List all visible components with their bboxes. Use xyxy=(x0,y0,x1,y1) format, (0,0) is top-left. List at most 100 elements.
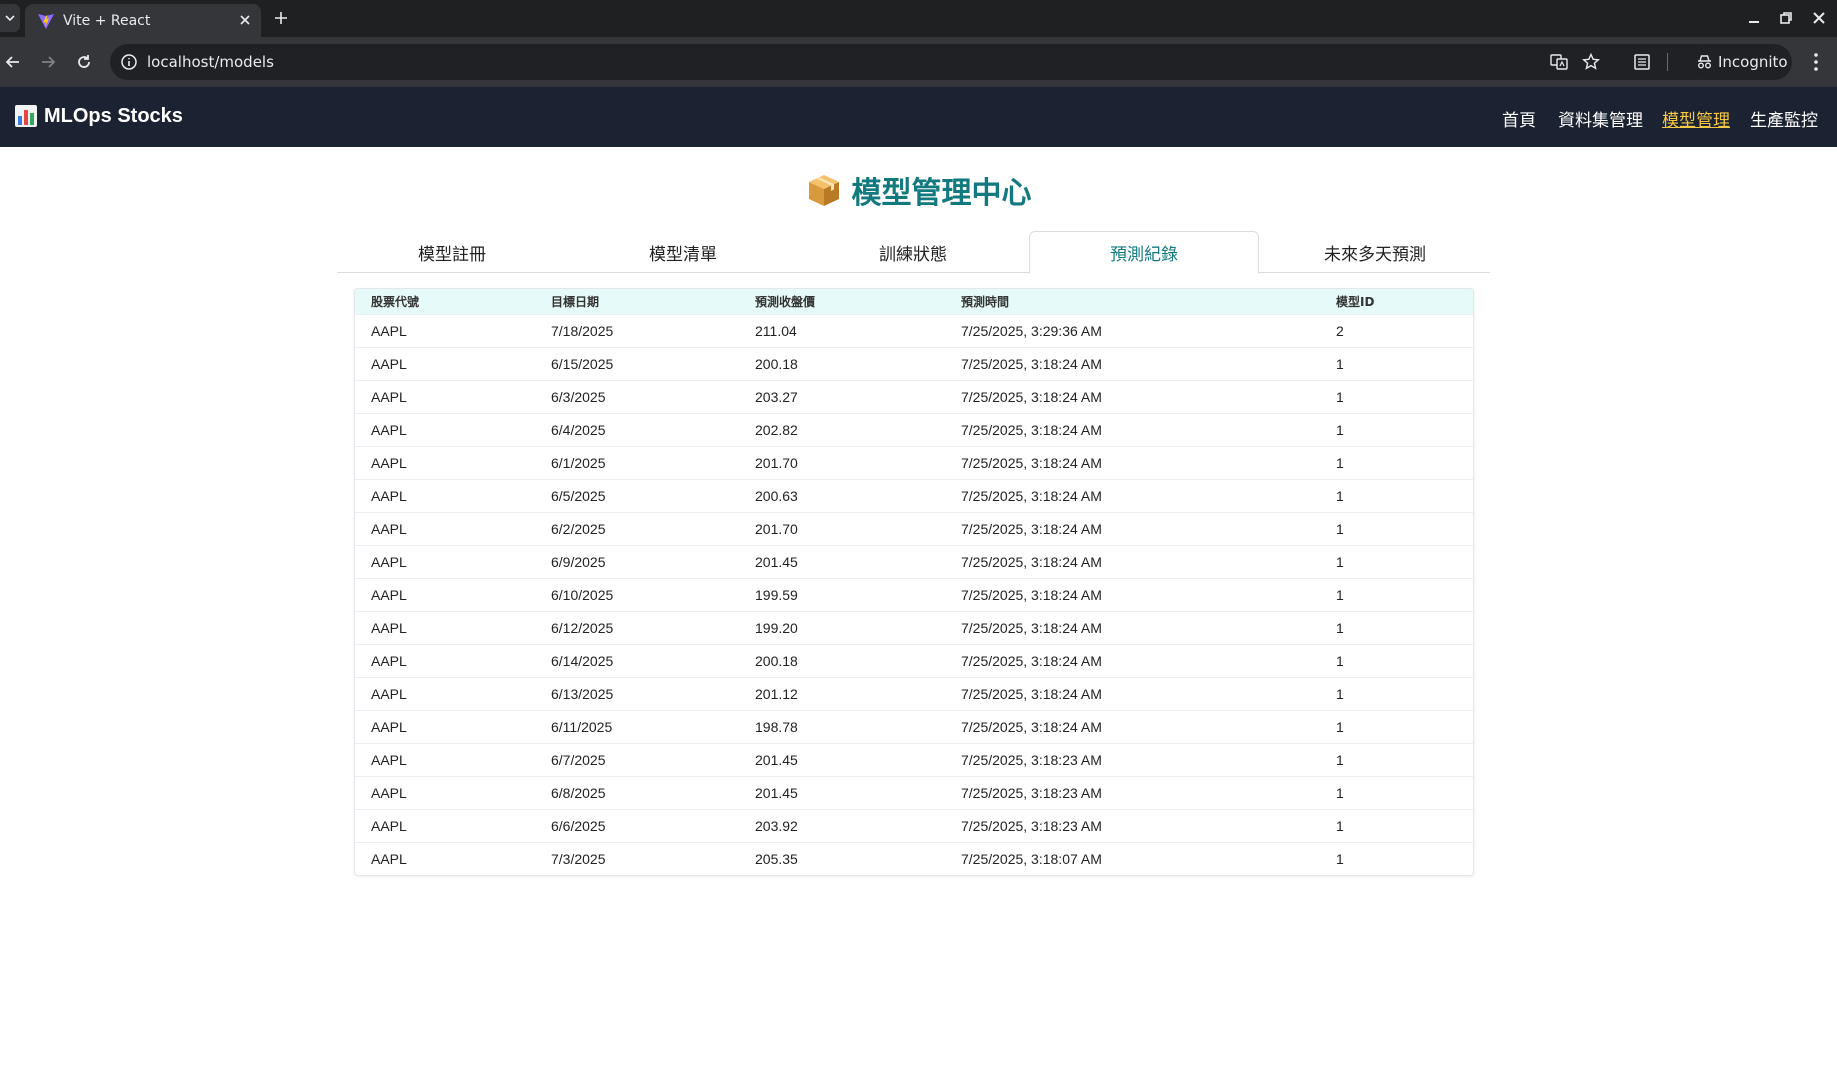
ticker-cell: AAPL xyxy=(371,685,407,702)
bookmark-star-icon[interactable] xyxy=(1582,53,1600,71)
model-id-cell: 1 xyxy=(1336,652,1344,669)
prediction-time-cell: 7/25/2025, 3:18:24 AM xyxy=(961,685,1102,702)
column-header-ticker: 股票代號 xyxy=(371,294,420,309)
prediction-time-cell: 7/25/2025, 3:18:24 AM xyxy=(961,718,1102,735)
target-date-cell: 6/12/2025 xyxy=(551,619,614,636)
bar-chart-icon xyxy=(15,105,37,127)
prediction-table: 股票代號 目標日期 預測收盤價 預測時間 模型ID AAPL 7/18/2025 2… xyxy=(354,288,1474,876)
site-info-icon[interactable] xyxy=(120,53,138,71)
target-date-cell: 6/4/2025 xyxy=(551,421,606,438)
target-date-cell: 6/9/2025 xyxy=(551,553,606,570)
tab-model-list[interactable]: 模型清單 xyxy=(568,231,798,273)
forward-icon[interactable] xyxy=(38,52,58,72)
more-menu-icon[interactable] xyxy=(1808,51,1824,73)
tab-future-forecast[interactable]: 未來多天預測 xyxy=(1260,231,1490,273)
tab-training-status[interactable]: 訓練狀態 xyxy=(798,231,1028,273)
column-header-model-id: 模型ID xyxy=(1336,294,1375,309)
target-date-cell: 6/8/2025 xyxy=(551,784,606,801)
table-row: AAPL 6/14/2025 200.18 7/25/2025, 3:18:24 AM… xyxy=(355,644,1473,677)
table-row: AAPL 6/6/2025 203.92 7/25/2025, 3:18:23 AM 1 xyxy=(355,809,1473,842)
tab-search-icon[interactable] xyxy=(0,4,20,32)
model-id-cell: 1 xyxy=(1336,685,1344,702)
table-row: AAPL 6/2/2025 201.70 7/25/2025, 3:18:24 AM 1 xyxy=(355,512,1473,545)
predicted-close-cell: 199.59 xyxy=(755,586,798,603)
ticker-cell: AAPL xyxy=(371,619,407,636)
address-bar[interactable]: localhost/models xyxy=(110,44,1714,80)
table-row: AAPL 6/12/2025 199.20 7/25/2025, 3:18:24 AM… xyxy=(355,611,1473,644)
prediction-time-cell: 7/25/2025, 3:18:23 AM xyxy=(961,817,1102,834)
reading-list-icon[interactable] xyxy=(1632,52,1652,72)
target-date-cell: 7/3/2025 xyxy=(551,850,606,867)
target-date-cell: 7/18/2025 xyxy=(551,322,614,339)
minimize-icon[interactable] xyxy=(1746,10,1762,26)
column-header-target-date: 目標日期 xyxy=(551,294,600,309)
ticker-cell: AAPL xyxy=(371,850,407,867)
new-tab-icon[interactable] xyxy=(272,9,290,27)
prediction-time-cell: 7/25/2025, 3:18:24 AM xyxy=(961,652,1102,669)
back-icon[interactable] xyxy=(3,52,23,72)
prediction-time-cell: 7/25/2025, 3:18:24 AM xyxy=(961,454,1102,471)
tab-model-register[interactable]: 模型註冊 xyxy=(337,231,567,273)
page-title: 模型管理中心 xyxy=(0,168,1837,212)
nav-datasets[interactable]: 資料集管理 xyxy=(1558,106,1643,131)
model-id-cell: 1 xyxy=(1336,421,1344,438)
vite-logo-icon xyxy=(38,14,54,29)
ticker-cell: AAPL xyxy=(371,586,407,603)
prediction-time-cell: 7/25/2025, 3:18:24 AM xyxy=(961,355,1102,372)
close-tab-icon[interactable] xyxy=(237,12,253,28)
prediction-time-cell: 7/25/2025, 3:18:24 AM xyxy=(961,487,1102,504)
ticker-cell: AAPL xyxy=(371,322,407,339)
incognito-label: Incognito xyxy=(1718,53,1788,71)
tab-title: Vite + React xyxy=(63,13,151,29)
page-title-text: 模型管理中心 xyxy=(851,176,1032,211)
nav-monitoring[interactable]: 生產監控 xyxy=(1750,106,1818,131)
ticker-cell: AAPL xyxy=(371,751,407,768)
table-row: AAPL 7/3/2025 205.35 7/25/2025, 3:18:07 AM 1 xyxy=(355,842,1473,875)
app-header: MLOps Stocks 首頁 資料集管理 模型管理 生產監控 xyxy=(0,87,1837,147)
model-id-cell: 1 xyxy=(1336,388,1344,405)
nav-models[interactable]: 模型管理 xyxy=(1662,106,1730,131)
predicted-close-cell: 200.18 xyxy=(755,652,798,669)
close-window-icon[interactable] xyxy=(1811,10,1827,26)
reload-icon[interactable] xyxy=(74,52,94,72)
ticker-cell: AAPL xyxy=(371,454,407,471)
model-id-cell: 1 xyxy=(1336,784,1344,801)
ticker-cell: AAPL xyxy=(371,817,407,834)
browser-tabstrip: Vite + React xyxy=(0,0,1837,37)
restore-icon[interactable] xyxy=(1778,10,1794,26)
target-date-cell: 6/1/2025 xyxy=(551,454,606,471)
predicted-close-cell: 211.04 xyxy=(755,322,797,339)
model-id-cell: 2 xyxy=(1336,322,1344,339)
translate-icon[interactable] xyxy=(1550,53,1568,71)
url-text: localhost/models xyxy=(147,53,274,71)
ticker-cell: AAPL xyxy=(371,784,407,801)
nav-home[interactable]: 首頁 xyxy=(1502,106,1536,131)
tab-prediction-records[interactable]: 預測紀錄 xyxy=(1029,231,1259,274)
prediction-time-cell: 7/25/2025, 3:18:23 AM xyxy=(961,751,1102,768)
ticker-cell: AAPL xyxy=(371,718,407,735)
table-row: AAPL 6/11/2025 198.78 7/25/2025, 3:18:24 AM… xyxy=(355,710,1473,743)
incognito-badge[interactable]: Incognito xyxy=(1684,44,1792,80)
predicted-close-cell: 201.70 xyxy=(755,454,798,471)
predicted-close-cell: 203.92 xyxy=(755,817,798,834)
package-icon xyxy=(808,175,839,206)
model-id-cell: 1 xyxy=(1336,850,1344,867)
prediction-time-cell: 7/25/2025, 3:18:23 AM xyxy=(961,784,1102,801)
table-row: AAPL 6/10/2025 199.59 7/25/2025, 3:18:24 AM… xyxy=(355,578,1473,611)
prediction-time-cell: 7/25/2025, 3:18:24 AM xyxy=(961,520,1102,537)
predicted-close-cell: 201.45 xyxy=(755,553,798,570)
column-header-prediction-time: 預測時間 xyxy=(961,294,1010,309)
predicted-close-cell: 201.70 xyxy=(755,520,798,537)
toolbar-divider xyxy=(1667,53,1668,71)
table-row: AAPL 6/3/2025 203.27 7/25/2025, 3:18:24 AM 1 xyxy=(355,380,1473,413)
ticker-cell: AAPL xyxy=(371,553,407,570)
predicted-close-cell: 200.63 xyxy=(755,487,798,504)
prediction-time-cell: 7/25/2025, 3:18:24 AM xyxy=(961,586,1102,603)
brand[interactable]: MLOps Stocks xyxy=(14,104,183,128)
table-row: AAPL 6/8/2025 201.45 7/25/2025, 3:18:23 AM 1 xyxy=(355,776,1473,809)
ticker-cell: AAPL xyxy=(371,520,407,537)
ticker-cell: AAPL xyxy=(371,388,407,405)
table-row: AAPL 6/15/2025 200.18 7/25/2025, 3:18:24 AM… xyxy=(355,347,1473,380)
predicted-close-cell: 198.78 xyxy=(755,718,798,735)
browser-tab[interactable]: Vite + React xyxy=(25,4,261,37)
